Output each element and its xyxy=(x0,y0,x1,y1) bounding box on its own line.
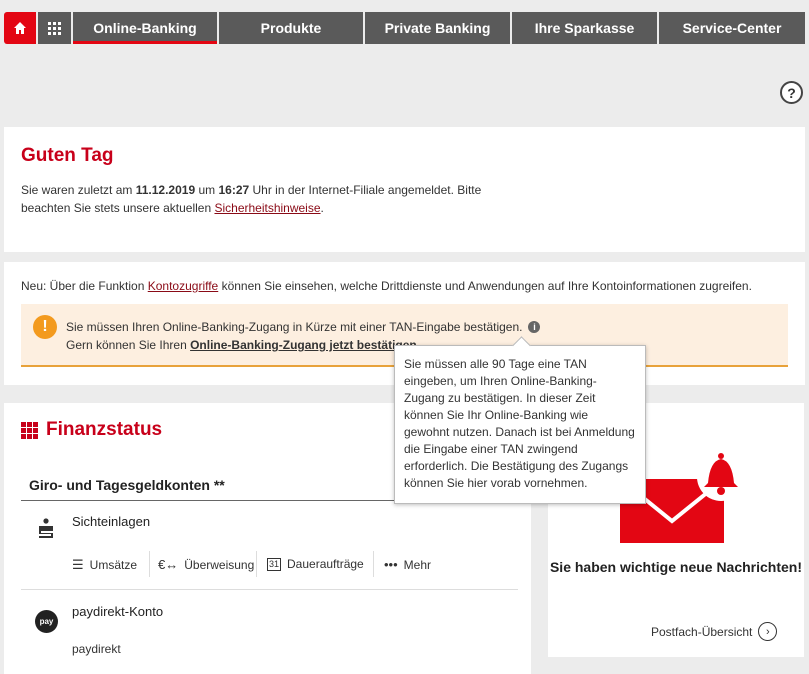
chevron-right-icon: › xyxy=(758,622,778,641)
tab-online-banking[interactable]: Online-Banking xyxy=(73,12,217,44)
postfach-link[interactable]: Postfach-Übersicht › xyxy=(651,622,778,641)
tan-warning-text: Sie müssen Ihren Online-Banking-Zugang i… xyxy=(66,320,541,334)
ueberweisung-button[interactable]: €↔ Überweisung xyxy=(158,557,254,572)
sparkasse-s-icon xyxy=(35,518,57,540)
home-icon xyxy=(14,22,26,34)
paydirekt-icon: pay xyxy=(35,610,58,633)
finanzstatus-title: Finanzstatus xyxy=(21,419,162,441)
calendar-icon: 31 xyxy=(267,557,282,571)
home-button[interactable] xyxy=(4,12,36,44)
umsaetze-button[interactable]: ☰ Umsätze xyxy=(72,557,137,573)
warning-icon: ! xyxy=(33,315,57,339)
divider xyxy=(256,551,257,577)
tab-service-center[interactable]: Service-Center xyxy=(659,12,805,44)
last-login-text: Sie waren zuletzt am 11.12.2019 um 16:27… xyxy=(21,183,482,215)
row-divider xyxy=(21,589,518,590)
finanzstatus-grid-icon xyxy=(21,421,38,439)
tab-ihre-sparkasse[interactable]: Ihre Sparkasse xyxy=(512,12,657,44)
greeting-title: Guten Tag xyxy=(21,145,114,166)
account-name-sichteinlagen[interactable]: Sichteinlagen xyxy=(72,514,150,529)
tab-produkte[interactable]: Produkte xyxy=(219,12,363,44)
divider xyxy=(149,551,150,577)
top-navigation: Online-Banking Produkte Private Banking … xyxy=(4,12,805,44)
account-subtitle-paydirekt: paydirekt xyxy=(72,642,121,656)
grid-icon xyxy=(48,21,61,35)
greeting-card: Guten Tag Sie waren zuletzt am 11.12.201… xyxy=(4,127,805,252)
security-notes-link[interactable]: Sicherheitshinweise xyxy=(214,201,320,215)
tan-info-tooltip: Sie müssen alle 90 Tage eine TAN eingebe… xyxy=(394,345,646,504)
info-icon[interactable]: i xyxy=(528,321,541,333)
dauerauftraege-button[interactable]: 31 Daueraufträge xyxy=(267,557,364,571)
list-icon: ☰ xyxy=(72,557,84,572)
divider xyxy=(373,551,374,577)
kontozugriffe-link[interactable]: Kontozugriffe xyxy=(148,279,219,293)
tab-private-banking[interactable]: Private Banking xyxy=(365,12,510,44)
messages-title: Sie haben wichtige neue Nachrichten! xyxy=(549,559,803,575)
euro-transfer-icon: €↔ xyxy=(158,557,179,572)
more-dots-icon: ••• xyxy=(384,557,398,572)
kontozugriffe-notice: Neu: Über die Funktion Kontozugriffe kön… xyxy=(21,279,752,293)
help-button[interactable]: ? xyxy=(780,81,803,104)
mehr-button[interactable]: ••• Mehr xyxy=(384,557,431,572)
tan-confirm-text: Gern können Sie Ihren Online-Banking-Zug… xyxy=(66,338,417,352)
last-login-time: 16:27 xyxy=(218,183,250,197)
apps-button[interactable] xyxy=(38,12,71,44)
account-name-paydirekt[interactable]: paydirekt-Konto xyxy=(72,604,163,619)
confirm-access-link[interactable]: Online-Banking-Zugang jetzt bestätigen xyxy=(190,338,417,352)
last-login-date: 11.12.2019 xyxy=(135,183,196,197)
